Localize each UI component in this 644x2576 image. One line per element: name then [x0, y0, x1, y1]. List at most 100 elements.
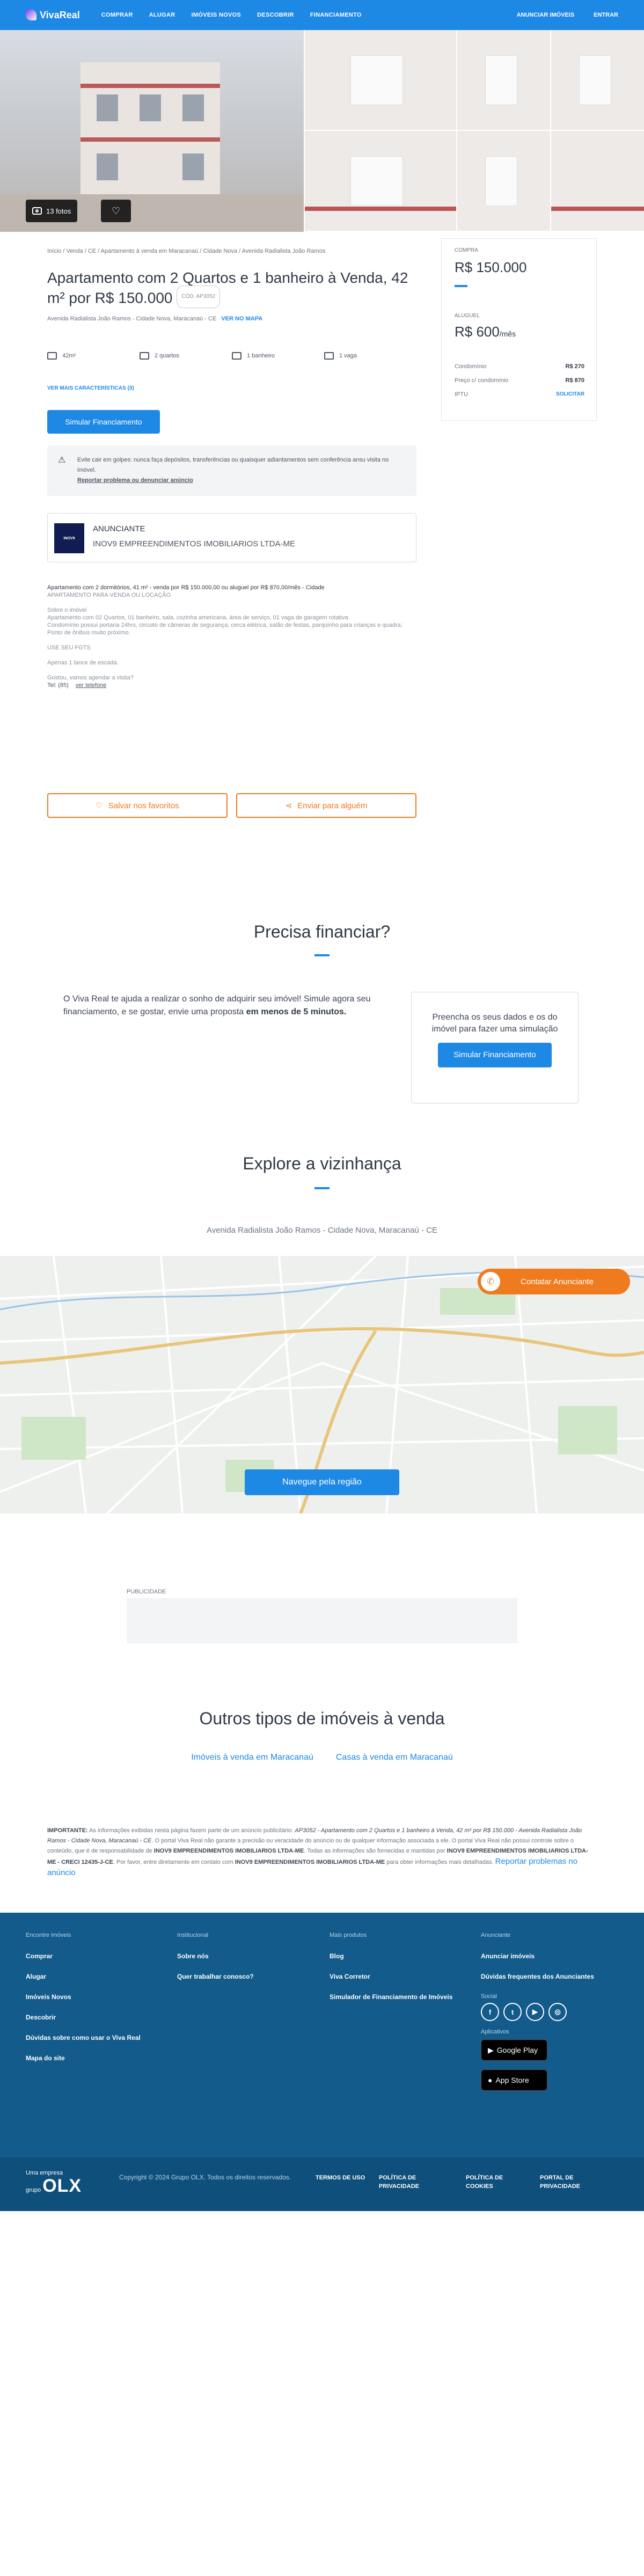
- footer-col-advertiser: Anunciante Anunciar imóveis Dúvidas freq…: [481, 1932, 620, 2099]
- more-features-link[interactable]: VER MAIS CARACTERÍSTICAS (3): [47, 385, 134, 391]
- rent-value: R$ 600: [455, 324, 500, 340]
- footer-link-simulador[interactable]: Simulador de Financiamento de Imóveis: [330, 1993, 469, 2001]
- feature-label: 1 vaga: [339, 353, 357, 359]
- footer-link-anunciar[interactable]: Anunciar imóveis: [481, 1952, 620, 1960]
- photos-count-label: 13 fotos: [46, 207, 71, 215]
- description-p1: Sobre o imóvel: [47, 607, 87, 613]
- olx-group-logo[interactable]: Uma empresa grupo OLX: [26, 2169, 82, 2195]
- all-photos-button[interactable]: 13 fotos: [26, 200, 78, 222]
- footer-link-sobre-nos[interactable]: Sobre nós: [177, 1952, 317, 1960]
- footer-heading: Institucional: [177, 1932, 209, 1938]
- footer-link-duvidas-anunciantes[interactable]: Dúvidas frequentes dos Anunciantes: [481, 1973, 620, 1980]
- other-type-link-houses[interactable]: Casas à venda em Maracanaú: [336, 1753, 453, 1762]
- neighborhood-title: Explore a vizinhança: [243, 1154, 401, 1173]
- cookies-policy-link[interactable]: POLÍTICA DE COOKIES: [466, 2174, 519, 2191]
- google-play-label: Google Play: [496, 2046, 538, 2054]
- phone-prefix: Tel: (85): [47, 682, 69, 689]
- nav-imoveis-novos[interactable]: IMÓVEIS NOVOS: [192, 12, 241, 18]
- show-phone-link[interactable]: ver telefone: [76, 682, 106, 689]
- price-with-condo-label: Preço c/ condomínio: [455, 377, 509, 384]
- explore-region-button[interactable]: Navegue pela região: [245, 1469, 399, 1495]
- price-card: COMPRA R$ 150.000 ALUGUEL R$ 600/mês Con…: [441, 238, 597, 421]
- disclaimer-adv3: INOV9 EMPREENDIMENTOS IMOBILIARIOS LTDA-…: [235, 1859, 385, 1865]
- phone-icon: ✆: [481, 1272, 500, 1291]
- disclaimer-lead: IMPORTANTE:: [47, 1827, 88, 1834]
- google-play-badge[interactable]: ▶ Google Play: [481, 2039, 547, 2061]
- copyright: Copyright © 2024 Grupo OLX. Todos os dir…: [119, 2174, 291, 2181]
- financing-text-bold: em menos de 5 minutos.: [246, 1007, 347, 1016]
- financing-simulate-button[interactable]: Simular Financiamento: [438, 1043, 552, 1067]
- description-p6: Apenas 1 lance de escada.: [47, 660, 119, 666]
- feature-area: 42m²: [47, 352, 114, 360]
- footer-link-comprar[interactable]: Comprar: [26, 1952, 165, 1960]
- financing-card: Preencha os seus dados e os do imóvel pa…: [411, 992, 579, 1103]
- disclaimer-part5: para obter informações mais detalhadas.: [385, 1859, 495, 1865]
- instagram-icon[interactable]: ◎: [548, 2003, 567, 2021]
- listing-address: Avenida Radialista João Ramos - Cidade N…: [47, 316, 262, 322]
- privacy-portal-link[interactable]: PORTAL DE PRIVACIDADE: [540, 2174, 599, 2191]
- vivareal-logo[interactable]: VivaReal: [26, 10, 80, 21]
- footer-link-duvidas[interactable]: Dúvidas sobre como usar o Viva Real: [26, 2034, 165, 2041]
- report-listing-link[interactable]: Reportar problema ou denunciar anúncio: [77, 477, 193, 484]
- twitter-icon[interactable]: t: [503, 2003, 522, 2021]
- header-actions: ANUNCIAR IMÓVEIS ENTRAR: [517, 12, 618, 18]
- iptu-row: IPTU SOLICITAR: [455, 391, 584, 398]
- apple-icon: ●: [488, 2076, 493, 2084]
- youtube-icon[interactable]: ▶: [526, 2003, 544, 2021]
- listing-title: Apartamento com 2 Quartos e 1 banheiro à…: [47, 268, 423, 310]
- favorite-heart-button[interactable]: ♡: [101, 200, 131, 222]
- advertiser-card[interactable]: INOV9 ANUNCIANTE INOV9 EMPREENDIMENTOS I…: [47, 513, 416, 562]
- footer-link-descobrir[interactable]: Descobrir: [26, 2014, 165, 2021]
- social-heading: Social: [481, 1993, 497, 2000]
- simulate-financing-button[interactable]: Simular Financiamento: [47, 410, 160, 434]
- photo-thumb-6[interactable]: [550, 131, 644, 232]
- app-store-badge[interactable]: ● App Store: [481, 2069, 547, 2091]
- facebook-icon[interactable]: f: [481, 2003, 499, 2021]
- photo-thumb-2[interactable]: [456, 30, 550, 131]
- see-on-map-link[interactable]: VER NO MAPA: [221, 316, 262, 322]
- footer-link-viva-corretor[interactable]: Viva Corretor: [330, 1973, 469, 1980]
- contact-advertiser-button[interactable]: ✆ Contatar Anunciante: [478, 1269, 630, 1294]
- request-iptu-link[interactable]: SOLICITAR: [556, 391, 584, 398]
- footer-heading: Mais produtos: [330, 1932, 367, 1938]
- photo-gallery[interactable]: [0, 30, 644, 232]
- nav-descobrir[interactable]: DESCOBRIR: [257, 12, 294, 18]
- financing-title: Precisa financiar?: [253, 922, 391, 941]
- privacy-policy-link[interactable]: POLÍTICA DE PRIVACIDADE: [379, 2174, 438, 2191]
- entrar-link[interactable]: ENTRAR: [594, 12, 618, 18]
- photo-thumb-3[interactable]: [550, 30, 644, 131]
- brand-name: VivaReal: [40, 9, 80, 20]
- warning-icon: ⚠: [58, 456, 66, 465]
- description-phone: Tel: (85) ver telefone: [47, 682, 416, 689]
- other-types-title: Outros tipos de imóveis à venda: [199, 1709, 445, 1728]
- photo-thumb-5[interactable]: [456, 131, 550, 232]
- nav-financiamento[interactable]: FINANCIAMENTO: [310, 12, 362, 18]
- footer-link-blog[interactable]: Blog: [330, 1952, 469, 1960]
- address-text: Avenida Radialista João Ramos - Cidade N…: [47, 316, 217, 322]
- disclaimer-part3: . Todas as informações são fornecidas e …: [304, 1848, 447, 1854]
- main-nav: COMPRAR ALUGAR IMÓVEIS NOVOS DESCOBRIR F…: [101, 12, 362, 18]
- save-favorites-button[interactable]: ♡ Salvar nos favoritos: [47, 793, 228, 818]
- share-button[interactable]: ⋖ Enviar para alguém: [236, 793, 416, 818]
- nav-comprar[interactable]: COMPRAR: [101, 12, 133, 18]
- anunciar-imoveis-link[interactable]: ANUNCIAR IMÓVEIS: [517, 12, 575, 18]
- nav-alugar[interactable]: ALUGAR: [149, 12, 175, 18]
- advertiser-name[interactable]: INOV9 EMPREENDIMENTOS IMOBILIARIOS LTDA-…: [93, 539, 295, 548]
- footer-link-mapa-do-site[interactable]: Mapa do site: [26, 2054, 165, 2062]
- warning-text: Evite cair em golpes: nunca faça depósit…: [77, 457, 389, 473]
- bath-icon: [232, 352, 241, 360]
- share-icon: ⋖: [285, 801, 292, 810]
- footer-link-imoveis-novos[interactable]: Imóveis Novos: [26, 1993, 165, 2001]
- photo-thumb-4[interactable]: [304, 131, 456, 232]
- ad-slot[interactable]: [127, 1598, 517, 1643]
- photo-thumb-1[interactable]: [304, 30, 456, 131]
- footer-heading: Encontre imóveis: [26, 1932, 71, 1938]
- footer-link-alugar[interactable]: Alugar: [26, 1973, 165, 1980]
- footer-link-trabalhe-conosco[interactable]: Quer trabalhar conosco?: [177, 1973, 317, 1980]
- terms-link[interactable]: TERMOS DE USO: [316, 2174, 375, 2182]
- price-with-condo-row: Preço c/ condomínio R$ 870: [455, 377, 584, 384]
- breadcrumb[interactable]: Início / Venda / CE / Apartamento à vend…: [47, 248, 325, 254]
- other-type-link-apartments[interactable]: Imóveis à venda em Maracanaú: [191, 1753, 313, 1762]
- feature-label: 2 quartos: [155, 353, 179, 359]
- description-headline: Apartamento com 2 dormitórios, 41 m² - v…: [47, 584, 325, 591]
